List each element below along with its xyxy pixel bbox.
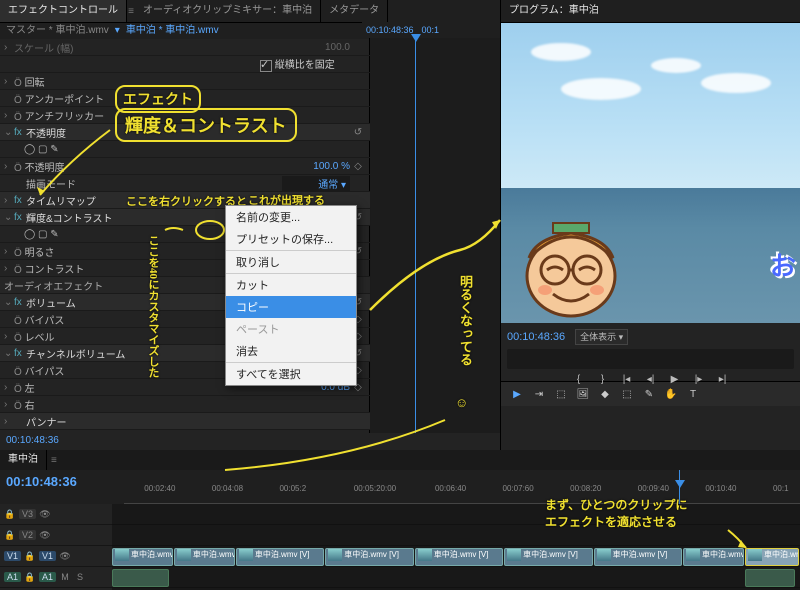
time-ruler[interactable]: 00:02:40 00:04:08 00:05:2 00:05:20:00 00… [124, 470, 800, 504]
keyframe-timecode: 00:10:48:36 00:1 [362, 22, 500, 38]
blend-mode-select[interactable]: 通常 ▾ [282, 176, 350, 191]
track-v3[interactable]: V3 [19, 509, 36, 519]
pen-tool-icon[interactable]: ✎ [641, 386, 657, 402]
ctx-undo[interactable]: 取り消し [226, 250, 356, 273]
lock-icon[interactable]: 🔒 [4, 508, 16, 520]
ctx-select-all[interactable]: すべてを選択 [226, 362, 356, 385]
keyframe-area[interactable] [369, 38, 500, 433]
tab-metadata[interactable]: メタデータ [321, 0, 388, 22]
selection-tool-icon[interactable]: ▶ [509, 386, 525, 402]
step-back-button[interactable]: ◂| [642, 371, 660, 387]
video-clip[interactable]: 車中泊.wmv [V] [415, 548, 504, 566]
video-clip[interactable]: 車中泊.wmv [V] [174, 548, 235, 566]
video-clip[interactable]: 車中泊.wmv [V] [683, 548, 744, 566]
video-clip[interactable]: 車中泊.wmv [V] [504, 548, 593, 566]
fx-opacity[interactable]: 不透明度 [26, 125, 350, 140]
program-monitor-panel: プログラム：車中泊 お 00:10:48:36 全体表示 ▾ { } |◂ ◂| [501, 0, 800, 450]
step-fwd-button[interactable]: |▸ [690, 371, 708, 387]
eye-icon[interactable]: 👁 [39, 508, 51, 520]
video-clip[interactable]: 車中泊.wmv [V] [236, 548, 325, 566]
goto-in-button[interactable]: |◂ [618, 371, 636, 387]
ctx-clear[interactable]: 消去 [226, 340, 356, 362]
mark-in-button[interactable]: { [570, 371, 588, 387]
zoom-select[interactable]: 全体表示 ▾ [575, 329, 628, 345]
ctx-paste[interactable]: ペースト [226, 318, 356, 340]
video-track-v1: 車中泊.wmv [V] 車中泊.wmv [V] 車中泊.wmv [V] 車中泊.… [112, 546, 800, 567]
effect-controls-panel: エフェクトコントロール ≡ オーディオクリップミキサー：車中泊 メタデータ マス… [0, 0, 501, 450]
timeline-panel: 車中泊≡ 00:10:48:36 00:02:40 00:04:08 00:05… [0, 450, 800, 590]
mark-out-button[interactable]: } [594, 371, 612, 387]
timeline-timecode[interactable]: 00:10:48:36 [0, 470, 124, 504]
panel-tabs: エフェクトコントロール ≡ オーディオクリップミキサー：車中泊 メタデータ [0, 0, 500, 23]
video-clip[interactable]: 車中泊.wmv [V] [112, 548, 173, 566]
program-monitor[interactable]: お [501, 23, 800, 323]
program-tab[interactable]: プログラム：車中泊 [501, 0, 607, 22]
audio-clip[interactable] [745, 569, 795, 587]
track-lanes[interactable]: 車中泊.wmv [V] 車中泊.wmv [V] 車中泊.wmv [V] 車中泊.… [112, 504, 800, 590]
playhead-icon[interactable] [415, 38, 416, 433]
clip-name: 車中泊 * 車中泊.wmv [126, 23, 219, 39]
audio-track-a1 [112, 567, 800, 588]
fx-panner[interactable]: パンナー [26, 414, 366, 429]
mute-button[interactable]: M [59, 571, 71, 583]
solo-button[interactable]: S [74, 571, 86, 583]
insert-icon[interactable]: ⇥ [531, 386, 547, 402]
ctx-copy[interactable]: コピー [226, 296, 356, 318]
tab-audio-mixer[interactable]: オーディオクリップミキサー：車中泊 [135, 0, 321, 22]
marker-icon[interactable]: ◆ [597, 386, 613, 402]
ctx-cut[interactable]: カット [226, 273, 356, 296]
audio-clip[interactable] [112, 569, 169, 587]
transport-controls: 00:10:48:36 全体表示 ▾ { } |◂ ◂| ▶ |▸ ▸| [501, 323, 800, 381]
video-clip[interactable]: 車中泊.wmv [V] [594, 548, 683, 566]
export-frame-icon[interactable]: 🖼 [575, 386, 591, 402]
ctx-rename[interactable]: 名前の変更... [226, 206, 356, 228]
sequence-tab[interactable]: 車中泊 [0, 450, 47, 470]
character-overlay [511, 198, 631, 318]
hand-tool-icon[interactable]: ✋ [663, 386, 679, 402]
panel-menu-icon[interactable]: ≡ [127, 6, 135, 17]
track-a1[interactable]: A1 [39, 572, 56, 582]
panel-timecode[interactable]: 00:10:48:36 [6, 435, 59, 446]
overwrite-icon[interactable]: ⬚ [553, 386, 569, 402]
overlay-text: お [770, 246, 796, 283]
track-v2[interactable]: V2 [19, 530, 36, 540]
video-clip-selected[interactable]: 車中泊.wmv [V] [745, 548, 799, 566]
master-label: マスター * 車中泊.wmv [6, 23, 109, 39]
context-menu: 名前の変更... プリセットの保存... 取り消し カット コピー ペースト 消… [225, 205, 357, 386]
tc-keyframe: 00:10:48:36 [366, 25, 414, 35]
crop-icon[interactable]: ⬚ [619, 386, 635, 402]
track-v1[interactable]: V1 [39, 551, 56, 561]
play-button[interactable]: ▶ [666, 371, 684, 387]
goto-out-button[interactable]: ▸| [714, 371, 732, 387]
program-timecode[interactable]: 00:10:48:36 [507, 331, 565, 343]
ctx-save-preset[interactable]: プリセットの保存... [226, 228, 356, 250]
type-tool-icon[interactable]: T [685, 386, 701, 402]
tab-effect-controls[interactable]: エフェクトコントロール [0, 0, 127, 22]
video-clip[interactable]: 車中泊.wmv [V] [325, 548, 414, 566]
aspect-lock-checkbox[interactable] [260, 60, 272, 72]
track-headers: 🔒V3👁 🔒V2👁 V1🔒V1👁 A1🔒A1MS [0, 504, 112, 590]
